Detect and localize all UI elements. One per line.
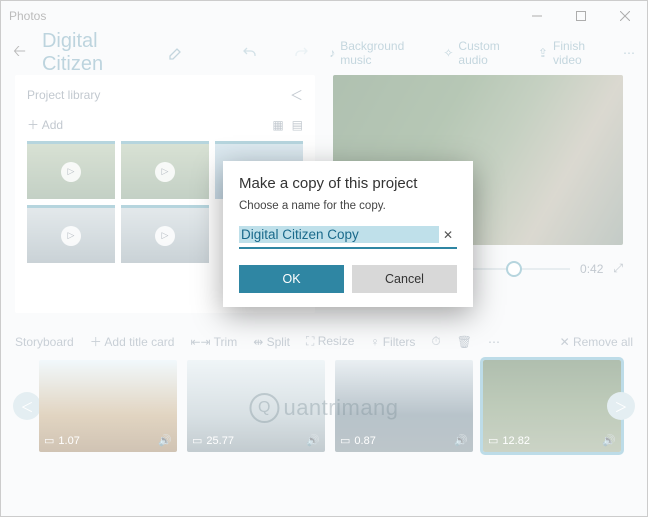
clear-input-icon[interactable]: ✕ <box>439 228 457 242</box>
dialog-subtitle: Choose a name for the copy. <box>239 200 457 212</box>
ok-button[interactable]: OK <box>239 265 344 293</box>
cancel-button[interactable]: Cancel <box>352 265 457 293</box>
dialog-title: Make a copy of this project <box>239 175 457 192</box>
copy-project-dialog: Make a copy of this project Choose a nam… <box>223 161 473 307</box>
project-name-input[interactable] <box>239 226 439 243</box>
